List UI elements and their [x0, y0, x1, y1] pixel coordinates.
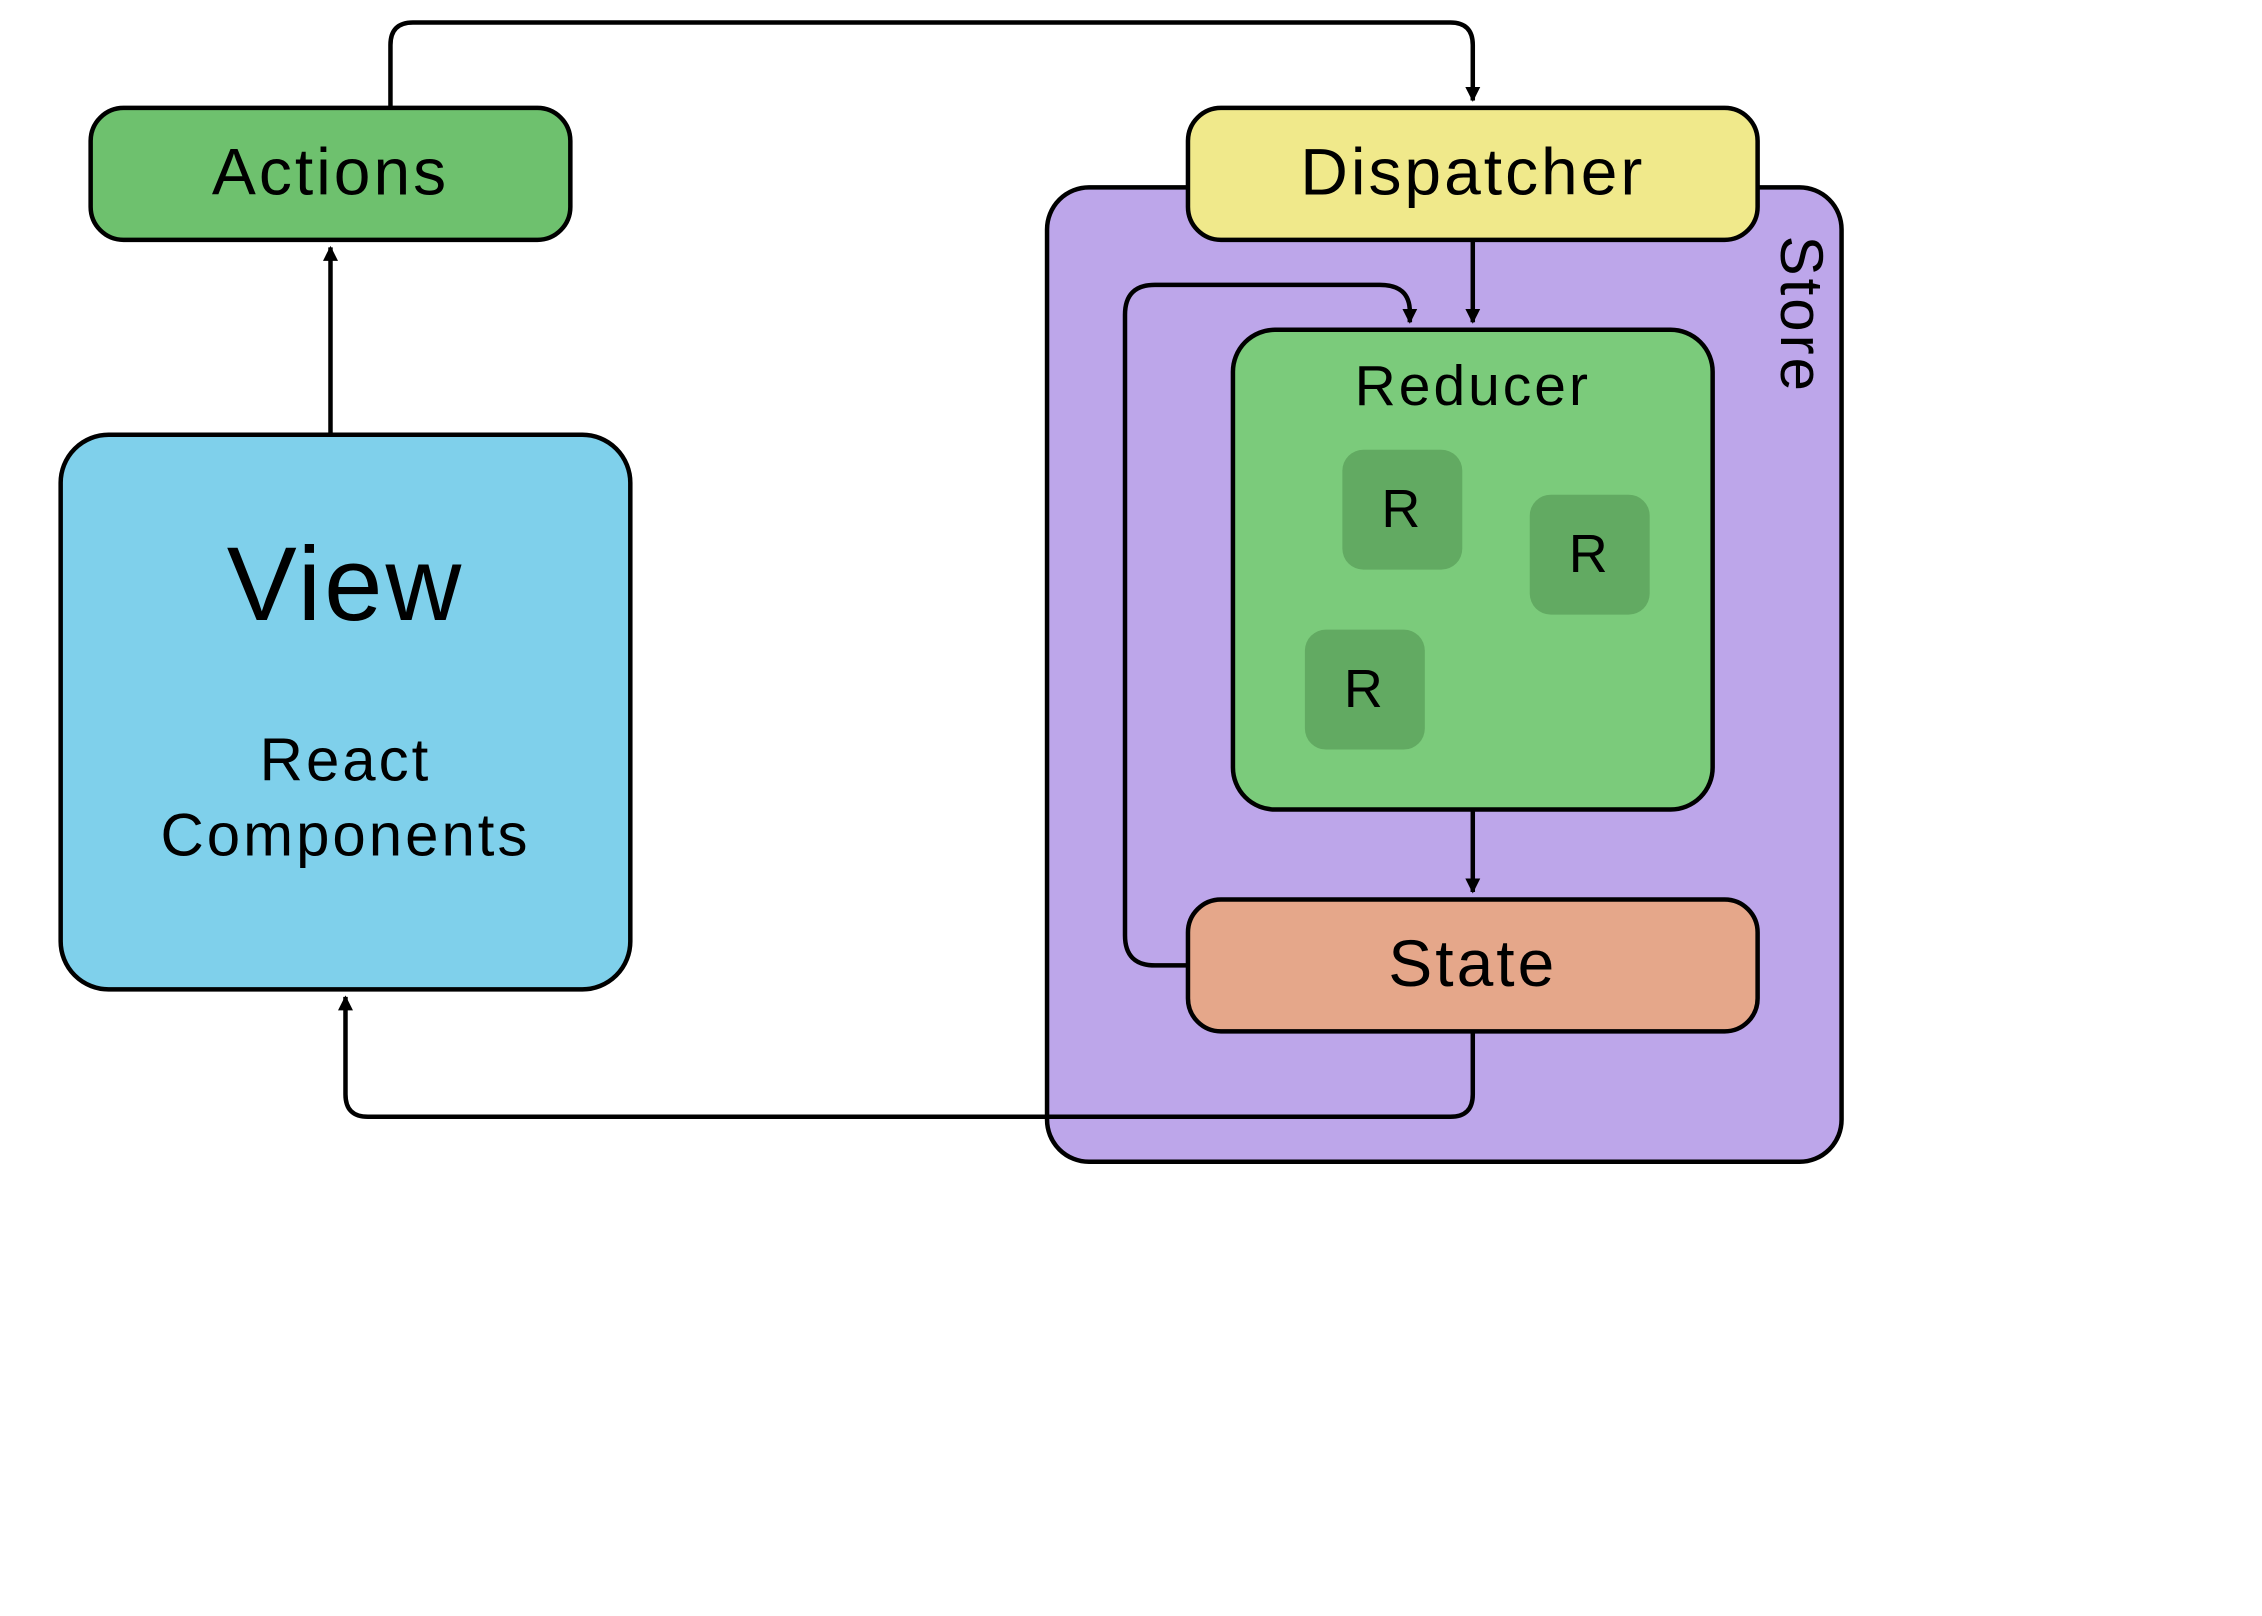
- view-sub2: Components: [161, 801, 531, 868]
- reducer-small-3-label: R: [1344, 659, 1386, 719]
- reducer-small-1-label: R: [1381, 479, 1423, 539]
- state-label: State: [1388, 926, 1557, 1000]
- reducer-label: Reducer: [1355, 354, 1591, 418]
- view-box: [61, 435, 631, 990]
- view-title: View: [227, 526, 465, 643]
- reducer-small-2-label: R: [1569, 524, 1611, 584]
- dispatcher-label: Dispatcher: [1300, 134, 1645, 208]
- view-sub1: React: [260, 726, 432, 793]
- arrow-actions-to-dispatcher: [390, 22, 1472, 107]
- store-label: Store: [1768, 236, 1835, 394]
- flux-redux-diagram: Store Dispatcher Reducer R R R State Act…: [0, 0, 2262, 1616]
- actions-label: Actions: [212, 134, 449, 208]
